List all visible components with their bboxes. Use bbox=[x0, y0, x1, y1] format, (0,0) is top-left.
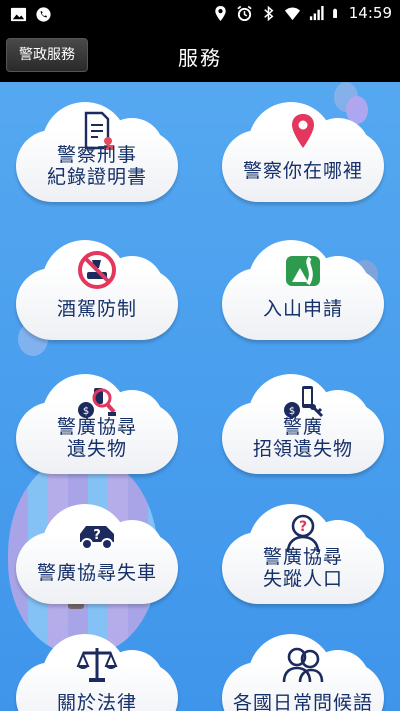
wifi-icon bbox=[284, 6, 300, 20]
location-pin-icon bbox=[292, 114, 314, 148]
tile-label-line: 遺失物 bbox=[66, 438, 127, 460]
tile-label-line: 警察你在哪裡 bbox=[242, 160, 363, 182]
tile-criminal-record[interactable]: 警察刑事 紀錄證明書 bbox=[16, 96, 178, 208]
tile-mountain-permit[interactable]: 入山申請 bbox=[222, 234, 384, 346]
tile-label-line: 警廣協尋 bbox=[262, 546, 343, 568]
tile-stolen-car-search[interactable]: ? 警廣協尋失車 bbox=[16, 498, 178, 610]
tile-label-line: 關於法律 bbox=[56, 692, 137, 711]
mountain-road-icon bbox=[286, 256, 320, 286]
tile-drunk-driving[interactable]: 酒駕防制 bbox=[16, 234, 178, 346]
tile-label-line: 警廣協尋失車 bbox=[36, 562, 157, 584]
signal-icon bbox=[309, 5, 324, 20]
whatsapp-notification-icon bbox=[36, 7, 51, 22]
page-title: 服務 bbox=[178, 46, 222, 70]
battery-icon bbox=[332, 8, 337, 18]
status-bar: 14:59 bbox=[0, 0, 400, 30]
tile-label-line: 入山申請 bbox=[262, 298, 343, 320]
location-icon bbox=[215, 5, 226, 21]
tile-police-locator[interactable]: 警察你在哪裡 bbox=[222, 96, 384, 208]
bluetooth-icon bbox=[263, 5, 274, 21]
car-question-icon: ? bbox=[80, 526, 114, 550]
image-notification-icon bbox=[10, 7, 27, 22]
status-time: 14:59 bbox=[348, 4, 392, 22]
tile-about-law[interactable]: 關於法律 bbox=[16, 628, 178, 711]
tile-label-line: 失蹤人口 bbox=[262, 568, 343, 590]
tile-lost-items-claim[interactable]: $ 警廣 招領遺失物 bbox=[222, 368, 384, 480]
svg-text:?: ? bbox=[299, 519, 307, 535]
tile-label-line: 紀錄證明書 bbox=[46, 166, 147, 188]
scales-icon bbox=[76, 648, 118, 682]
tile-label-line: 各國日常問候語 bbox=[232, 692, 373, 711]
title-bar: 警政服務 服務 bbox=[0, 30, 400, 82]
tile-label-line: 警廣協尋 bbox=[56, 416, 137, 438]
tile-label-line: 警廣 bbox=[282, 416, 323, 438]
alarm-icon bbox=[237, 5, 252, 21]
people-chat-icon bbox=[282, 647, 324, 683]
tile-label-line: 酒駕防制 bbox=[56, 298, 137, 320]
services-grid: 警察刑事 紀錄證明書 警察你在哪裡 酒駕防制 入山申請 $ 警廣協尋 遺失物 $… bbox=[0, 82, 400, 711]
tile-label-line: 警察刑事 bbox=[56, 144, 137, 166]
svg-text:?: ? bbox=[93, 528, 101, 543]
tile-label-line: 招領遺失物 bbox=[252, 438, 353, 460]
tile-lost-items-search[interactable]: $ 警廣協尋 遺失物 bbox=[16, 368, 178, 480]
tile-missing-person-search[interactable]: ? 警廣協尋 失蹤人口 bbox=[222, 498, 384, 610]
tile-daily-greetings[interactable]: 各國日常問候語 bbox=[222, 628, 384, 711]
no-drunk-driving-icon bbox=[78, 251, 116, 289]
